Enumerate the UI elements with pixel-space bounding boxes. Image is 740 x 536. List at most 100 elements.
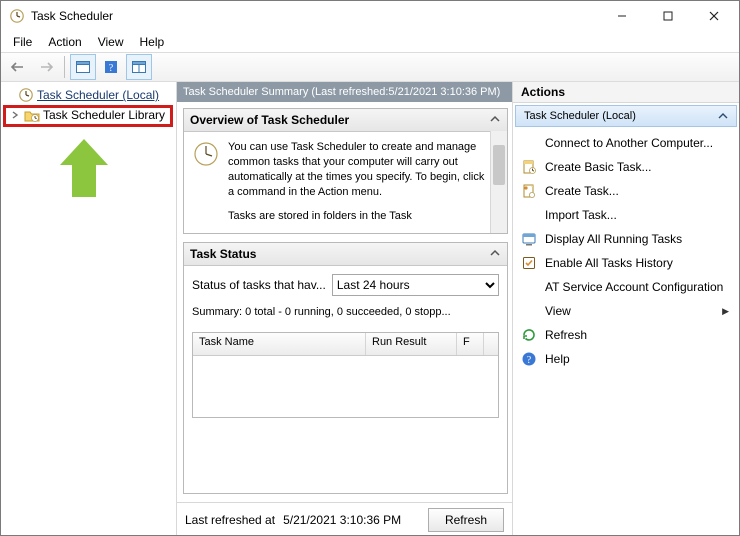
action-item-label: Create Task... [545, 184, 619, 198]
folder-library-icon [24, 107, 40, 123]
menubar: File Action View Help [1, 31, 739, 52]
footer-prefix: Last refreshed at [185, 513, 275, 527]
actions-list: Connect to Another Computer... Create Bas… [513, 129, 739, 373]
toolbar-help-button[interactable]: ? [98, 54, 124, 80]
enable-icon [521, 255, 537, 271]
overview-title: Overview of Task Scheduler [190, 113, 349, 127]
action-item-at-service-account-configuration[interactable]: AT Service Account Configuration [517, 275, 735, 299]
action-item-enable-all-tasks-history[interactable]: Enable All Tasks History [517, 251, 735, 275]
clock-icon [18, 87, 34, 103]
svg-text:?: ? [109, 63, 114, 74]
action-item-label: View [545, 304, 571, 318]
summary-pane: Task Scheduler Summary (Last refreshed: … [177, 82, 513, 536]
blank-icon [521, 135, 537, 151]
action-item-display-all-running-tasks[interactable]: Display All Running Tasks [517, 227, 735, 251]
summary-header-prefix: Task Scheduler Summary (Last refreshed: [183, 86, 388, 98]
tree-library-label: Task Scheduler Library [43, 108, 165, 122]
toolbar: ? [1, 52, 739, 82]
window-controls [599, 1, 737, 31]
tree-expander-icon [3, 89, 15, 101]
blank-icon [521, 279, 537, 295]
overview-paragraph-1: You can use Task Scheduler to create and… [228, 140, 485, 199]
summary-header: Task Scheduler Summary (Last refreshed: … [177, 82, 512, 102]
clock-icon [192, 140, 220, 168]
svg-text:?: ? [527, 355, 532, 366]
main-area: Task Scheduler (Local) Task Scheduler Li… [1, 82, 739, 536]
maximize-button[interactable] [645, 1, 691, 31]
toolbar-properties-button[interactable] [70, 54, 96, 80]
action-item-label: Connect to Another Computer... [545, 136, 713, 150]
task-status-title: Task Status [190, 247, 256, 261]
menu-view[interactable]: View [92, 33, 130, 51]
status-range-label: Status of tasks that hav... [192, 278, 326, 292]
refresh-icon [521, 327, 537, 343]
refresh-button[interactable]: Refresh [428, 508, 504, 532]
overview-body: You can use Task Scheduler to create and… [184, 132, 507, 226]
col-run-result[interactable]: Run Result [366, 333, 457, 355]
app-icon [9, 8, 25, 24]
action-item-label: AT Service Account Configuration [545, 280, 723, 294]
scrollbar-thumb[interactable] [493, 145, 505, 185]
summary-footer: Last refreshed at 5/21/2021 3:10:36 PM R… [177, 502, 512, 536]
toolbar-panes-button[interactable] [126, 54, 152, 80]
action-item-view[interactable]: View ▶ [517, 299, 735, 323]
action-item-create-task[interactable]: Create Task... [517, 179, 735, 203]
status-range-select[interactable]: Last 24 hours [332, 274, 499, 296]
menu-help[interactable]: Help [134, 33, 171, 51]
summary-header-time: 5/21/2021 3:10:36 PM [388, 86, 496, 98]
summary-body: Overview of Task Scheduler You can use T… [177, 102, 512, 502]
menu-file[interactable]: File [7, 33, 38, 51]
toolbar-separator [64, 56, 65, 78]
actions-subheader-label: Task Scheduler (Local) [524, 110, 636, 122]
menu-action[interactable]: Action [42, 33, 87, 51]
action-item-refresh[interactable]: Refresh [517, 323, 735, 347]
toolbar-back-button[interactable] [5, 54, 31, 80]
action-item-import-task[interactable]: Import Task... [517, 203, 735, 227]
tree-library-row[interactable]: Task Scheduler Library [1, 105, 176, 125]
actions-subheader[interactable]: Task Scheduler (Local) [515, 105, 737, 127]
doc-create-icon [521, 183, 537, 199]
close-button[interactable] [691, 1, 737, 31]
chevron-right-icon: ▶ [722, 306, 729, 317]
footer-time: 5/21/2021 3:10:36 PM [283, 513, 401, 527]
col-extra[interactable]: F [457, 333, 484, 355]
action-item-label: Enable All Tasks History [545, 256, 673, 270]
action-item-create-basic-task[interactable]: Create Basic Task... [517, 155, 735, 179]
collapse-up-icon[interactable] [489, 113, 501, 125]
chevron-right-icon[interactable] [9, 109, 21, 121]
action-item-label: Refresh [545, 328, 587, 342]
task-status-group: Task Status Status of tasks that hav... … [183, 242, 508, 494]
blank-icon [521, 207, 537, 223]
action-item-label: Display All Running Tasks [545, 232, 682, 246]
overview-paragraph-2: Tasks are stored in folders in the Task [228, 209, 485, 224]
blank-icon [521, 303, 537, 319]
annotation-arrow-icon [56, 137, 112, 199]
window-title: Task Scheduler [31, 9, 599, 23]
task-table-header-row: Task Name Run Result F [193, 333, 498, 356]
action-item-connect-to-another-computer[interactable]: Connect to Another Computer... [517, 131, 735, 155]
overview-group: Overview of Task Scheduler You can use T… [183, 108, 508, 234]
doc-basic-icon [521, 159, 537, 175]
help-icon: ? [521, 351, 537, 367]
task-status-body: Status of tasks that hav... Last 24 hour… [184, 266, 507, 426]
task-status-header[interactable]: Task Status [184, 243, 507, 266]
actions-header: Actions [513, 82, 739, 103]
action-item-help[interactable]: ? Help [517, 347, 735, 371]
toolbar-forward-button[interactable] [33, 54, 59, 80]
status-summary-line: Summary: 0 total - 0 running, 0 succeede… [192, 306, 499, 318]
titlebar: Task Scheduler [1, 1, 739, 31]
overview-text-block: You can use Task Scheduler to create and… [228, 140, 485, 224]
task-scheduler-window: Task Scheduler File Action View Help ? T… [0, 0, 740, 536]
overview-header[interactable]: Overview of Task Scheduler [184, 109, 507, 132]
summary-header-suffix: ) [497, 86, 501, 98]
overview-scrollbar[interactable] [490, 131, 507, 233]
action-item-label: Help [545, 352, 570, 366]
collapse-up-icon[interactable] [489, 247, 501, 259]
tree-pane: Task Scheduler (Local) Task Scheduler Li… [1, 82, 177, 536]
display-icon [521, 231, 537, 247]
action-item-label: Create Basic Task... [545, 160, 652, 174]
tree-root-row[interactable]: Task Scheduler (Local) [1, 85, 176, 105]
task-table: Task Name Run Result F [192, 332, 499, 418]
col-task-name[interactable]: Task Name [193, 333, 366, 355]
minimize-button[interactable] [599, 1, 645, 31]
